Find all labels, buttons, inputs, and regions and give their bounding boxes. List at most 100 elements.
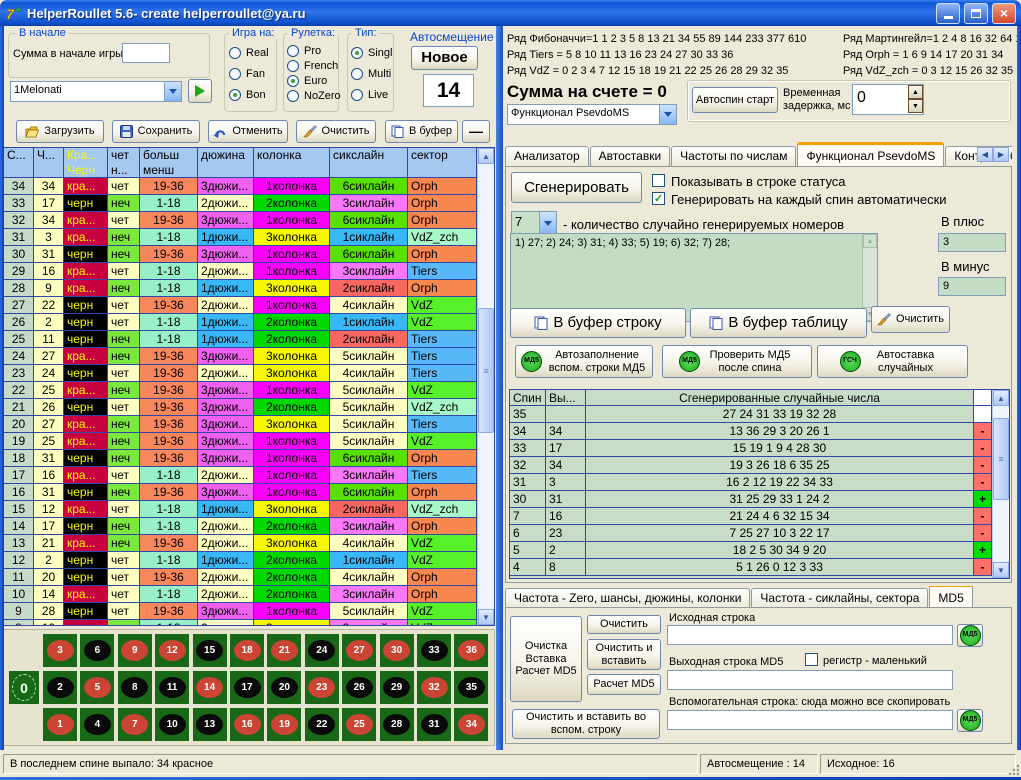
scroll-up-icon[interactable]: ▲ [478, 148, 494, 164]
scroll-up-icon[interactable]: ▲ [993, 390, 1009, 406]
gen-header-numbers[interactable]: Сгенерированные случайные числа [586, 390, 974, 406]
history-header-cell[interactable]: колонка [254, 148, 330, 178]
md5-clear-paste-button[interactable]: Очистить и вставить [587, 639, 661, 670]
history-header-cell[interactable]: Ч... [34, 148, 64, 178]
md5-big-button[interactable]: Очистка Вставка Расчет MD5 [510, 616, 582, 702]
roulette-number-cell[interactable]: 2 [43, 671, 77, 704]
gen-row[interactable]: 485 1 26 0 12 3 33- [510, 559, 992, 576]
scrollbar-thumb[interactable]: ≡ [993, 418, 1009, 500]
radio-option-French[interactable]: French [287, 60, 341, 72]
radio-icon[interactable] [229, 68, 241, 80]
roulette-number-cell[interactable]: 34 [454, 708, 488, 741]
history-row[interactable]: 3031черннеч19-363дюжи...1колонка6сиклайн… [4, 246, 477, 263]
history-row[interactable]: 1631черннеч19-363дюжи...1колонка6сиклайн… [4, 484, 477, 501]
clear-generated-button[interactable]: Очистить [871, 306, 950, 333]
history-header-cell[interactable]: дюжина [198, 148, 254, 178]
scrollbar-thumb[interactable]: ≡ [478, 308, 494, 433]
radio-option-NoZero[interactable]: NoZero [287, 90, 341, 102]
roulette-number-cell[interactable]: 5 [80, 671, 114, 704]
roulette-zero-cell[interactable]: 0 [9, 671, 39, 704]
roulette-number-cell[interactable]: 1 [43, 708, 77, 741]
history-row[interactable]: 289кра...неч1-181дюжи...3колонка2сиклайн… [4, 280, 477, 297]
roulette-number-cell[interactable]: 28 [380, 708, 414, 741]
gen-header-spin[interactable]: Спин [510, 390, 546, 406]
roulette-number-cell[interactable]: 14 [193, 671, 227, 704]
roulette-number-cell[interactable]: 12 [155, 634, 189, 667]
gen-row[interactable]: 5218 2 5 30 34 9 20+ [510, 542, 992, 559]
roulette-number-cell[interactable]: 15 [193, 634, 227, 667]
radio-option-Bon[interactable]: Bon [229, 89, 269, 101]
radio-option-Singl[interactable]: Singl [351, 47, 392, 59]
history-row[interactable]: 928чернчет19-363дюжи...1колонка5сиклайнV… [4, 603, 477, 620]
radio-icon[interactable] [287, 90, 299, 102]
radio-option-Real[interactable]: Real [229, 47, 269, 59]
history-header-cell[interactable]: Кра...Черн [64, 148, 108, 178]
roulette-number-cell[interactable]: 7 [118, 708, 152, 741]
spin-up-button[interactable]: ▲ [908, 85, 923, 99]
radio-icon[interactable] [229, 89, 241, 101]
history-row[interactable]: 1120чернчет19-362дюжи...2колонка4сиклайн… [4, 569, 477, 586]
radio-option-Fan[interactable]: Fan [229, 68, 269, 80]
history-header-cell[interactable]: С... [4, 148, 34, 178]
roulette-number-cell[interactable]: 9 [118, 634, 152, 667]
md5-aux-run-button[interactable]: МД5 [957, 709, 983, 732]
history-row[interactable]: 2427кра...неч19-363дюжи...3колонка5сикла… [4, 348, 477, 365]
history-row[interactable]: 1321кра...неч19-362дюжи...3колонка4сикла… [4, 535, 477, 552]
count-combo[interactable]: 7 [511, 211, 557, 235]
roulette-number-cell[interactable]: 6 [80, 634, 114, 667]
tab-scroll-left-icon[interactable]: ◀ [977, 147, 993, 162]
roulette-number-cell[interactable]: 17 [230, 671, 264, 704]
history-row[interactable]: 2225кра...неч19-363дюжи...1колонка5сикла… [4, 382, 477, 399]
roulette-number-cell[interactable]: 20 [267, 671, 301, 704]
roulette-number-cell[interactable]: 16 [230, 708, 264, 741]
roulette-number-cell[interactable]: 31 [417, 708, 451, 741]
gen-row[interactable]: 343413 36 29 3 20 26 1- [510, 423, 992, 440]
radio-option-Euro[interactable]: Euro [287, 75, 341, 87]
count-combo-dropdown[interactable] [539, 212, 556, 234]
maximize-button[interactable] [964, 3, 988, 24]
history-header-cell[interactable]: сектор [408, 148, 477, 178]
history-row[interactable]: 1014кра...чет1-182дюжи...2колонка3сиклай… [4, 586, 477, 603]
md5-clear-paste-aux-button[interactable]: Очистить и вставить во вспом. строку [512, 709, 660, 739]
tab-Анализатор[interactable]: Анализатор [505, 146, 589, 166]
mode-combo[interactable]: Функционал PsevdoMS [507, 104, 677, 125]
history-row[interactable]: 2126чернчет19-363дюжи...2колонка5сиклайн… [4, 399, 477, 416]
history-row[interactable]: 819кра...неч1-182дюжи...3колонка3сиклайн… [4, 620, 477, 625]
clear-button[interactable]: Очистить [296, 120, 376, 143]
history-row[interactable]: 1417черннеч1-182дюжи...2колонка3сиклайнO… [4, 518, 477, 535]
radio-icon[interactable] [229, 47, 241, 59]
gen-table-scrollbar[interactable]: ▲▼≡ [992, 390, 1009, 578]
roulette-number-cell[interactable]: 3 [43, 634, 77, 667]
radio-icon[interactable] [351, 68, 363, 80]
roulette-number-cell[interactable]: 26 [342, 671, 376, 704]
md5-aux-input[interactable] [667, 710, 953, 730]
history-row[interactable]: 2722чернчет19-362дюжи...1колонка4сиклайн… [4, 297, 477, 314]
roulette-number-cell[interactable]: 35 [454, 671, 488, 704]
roulette-number-cell[interactable]: 33 [417, 634, 451, 667]
tab-scroll-right-icon[interactable]: ▶ [993, 147, 1009, 162]
tab-Частоты по числам[interactable]: Частоты по числам [671, 146, 796, 166]
roulette-number-cell[interactable]: 29 [380, 671, 414, 704]
history-row[interactable]: 3234кра...чет19-363дюжи...1колонка6сикла… [4, 212, 477, 229]
history-header-cell[interactable]: четн... [108, 148, 140, 178]
title-bar[interactable]: 7 HelperRoullet 5.6- create helperroulle… [0, 0, 1021, 26]
gen-header-out[interactable]: Вы... [546, 390, 586, 406]
save-button[interactable]: Сохранить [112, 120, 200, 143]
radio-icon[interactable] [351, 47, 363, 59]
start-sum-input[interactable] [122, 43, 170, 63]
autofill-md5-button[interactable]: МД5 Автозаполнение вспом. строки МД5 [515, 345, 653, 378]
roulette-number-cell[interactable]: 21 [267, 634, 301, 667]
roulette-number-cell[interactable]: 13 [193, 708, 227, 741]
roulette-number-cell[interactable]: 22 [305, 708, 339, 741]
gen-row[interactable]: 31316 2 12 19 22 34 33- [510, 474, 992, 491]
history-row[interactable]: 122чернчет1-181дюжи...2колонка1сиклайнVd… [4, 552, 477, 569]
scroll-down-icon[interactable]: ▼ [478, 609, 494, 625]
copy-row-button[interactable]: В буфер строку [510, 308, 686, 338]
radio-icon[interactable] [287, 75, 299, 87]
roulette-number-cell[interactable]: 11 [155, 671, 189, 704]
tab-MD5[interactable]: MD5 [929, 586, 972, 608]
copy-buffer-button[interactable]: В буфер [385, 120, 458, 143]
md5-clear-button[interactable]: Очистить [587, 615, 661, 634]
md5-run-button[interactable]: МД5 [957, 624, 983, 647]
md5-source-input[interactable] [667, 625, 953, 645]
